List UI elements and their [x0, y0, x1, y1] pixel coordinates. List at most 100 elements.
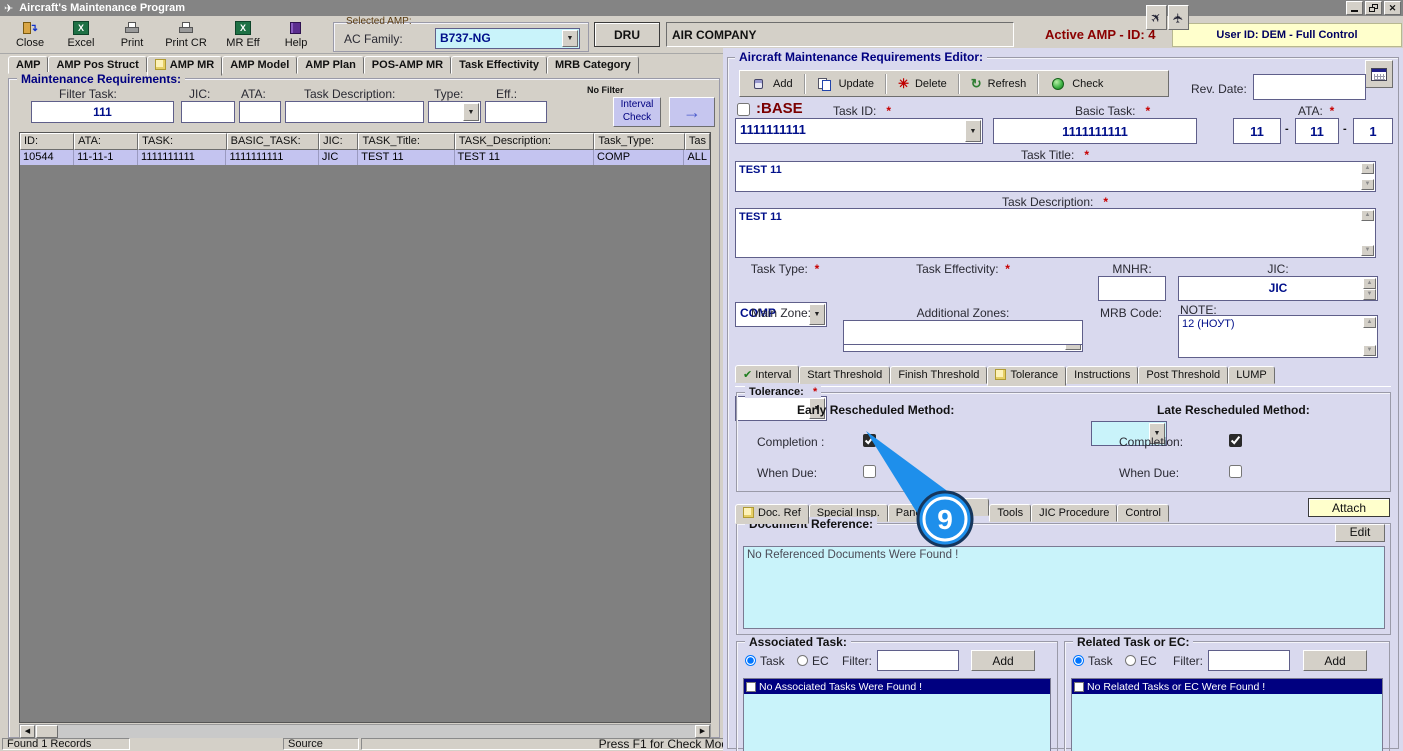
- filter-task-input[interactable]: [31, 101, 174, 123]
- related-list-header[interactable]: No Related Tasks or EC Were Found !: [1072, 679, 1382, 694]
- tab-doc-ref[interactable]: Doc. Ref: [735, 504, 809, 524]
- document-reference-list[interactable]: No Referenced Documents Were Found !: [743, 546, 1385, 629]
- dru-button[interactable]: DRU: [594, 22, 660, 47]
- help-button[interactable]: Help: [274, 19, 318, 50]
- jic-field[interactable]: JIC ▲▼: [1178, 276, 1378, 301]
- filter-jic-input[interactable]: [181, 101, 235, 123]
- dropdown-arrow-icon[interactable]: ▼: [965, 120, 981, 142]
- scroll-up-button[interactable]: ▲: [1361, 210, 1374, 221]
- grid-row-selected[interactable]: 10544 11-11-1 1111111111 1111111111 JIC …: [20, 150, 710, 165]
- ata-field-3[interactable]: 1: [1353, 118, 1393, 144]
- mr-eff-button[interactable]: X MR Eff: [218, 19, 268, 50]
- col-header-ata[interactable]: ATA:: [74, 133, 138, 150]
- tab-tolerance[interactable]: Tolerance: [987, 366, 1066, 386]
- early-when-due-checkbox[interactable]: [863, 465, 876, 478]
- filter-ata-input[interactable]: [239, 101, 281, 123]
- scroll-thumb[interactable]: [36, 725, 58, 738]
- tab-amp-plan[interactable]: AMP Plan: [297, 56, 364, 74]
- base-checkbox[interactable]: [737, 103, 750, 116]
- calendar-button[interactable]: [1365, 60, 1393, 88]
- check-button[interactable]: Check: [1041, 73, 1112, 95]
- associated-list-header[interactable]: No Associated Tasks Were Found !: [744, 679, 1050, 694]
- dropdown-arrow-icon[interactable]: ▼: [562, 30, 578, 47]
- col-header-basic-task[interactable]: BASIC_TASK:: [227, 133, 319, 150]
- mnhr-input[interactable]: [1098, 276, 1166, 301]
- dropdown-arrow-icon[interactable]: ▼: [463, 103, 479, 121]
- scroll-left-button[interactable]: ◀: [20, 725, 35, 738]
- tab-pos-amp-mr[interactable]: POS-AMP MR: [364, 56, 451, 74]
- select-all-checkbox[interactable]: [1074, 682, 1084, 692]
- associated-add-button[interactable]: Add: [971, 650, 1035, 671]
- minimize-button[interactable]: [1346, 1, 1363, 15]
- col-header-task[interactable]: TASK:: [138, 133, 227, 150]
- ata-field-2[interactable]: 11: [1295, 118, 1339, 144]
- delete-button[interactable]: ✳ Delete: [889, 73, 956, 95]
- scroll-up-button[interactable]: ▲: [1363, 278, 1376, 289]
- aircraft-tool-button-1[interactable]: ✈: [1146, 5, 1167, 30]
- col-header-task-description[interactable]: TASK_Description:: [455, 133, 595, 150]
- tab-panels[interactable]: Panels: [888, 504, 938, 522]
- associated-ec-radio[interactable]: [797, 655, 808, 666]
- related-ec-radio[interactable]: [1125, 655, 1136, 666]
- scroll-down-button[interactable]: ▼: [1363, 289, 1376, 300]
- rev-date-input[interactable]: [1253, 74, 1366, 100]
- associated-task-list[interactable]: No Associated Tasks Were Found !: [743, 678, 1051, 751]
- task-description-area[interactable]: TEST 11 ▲▼: [735, 208, 1376, 258]
- apply-filter-arrow-button[interactable]: →: [669, 97, 715, 127]
- filter-desc-input[interactable]: [285, 101, 424, 123]
- attach-button[interactable]: Attach: [1308, 498, 1390, 517]
- interval-check-button[interactable]: Interval Check: [613, 97, 661, 127]
- tab-jic-procedure[interactable]: JIC Procedure: [1031, 504, 1117, 522]
- associated-task-radio[interactable]: [745, 655, 756, 666]
- tab-amp-model[interactable]: AMP Model: [222, 56, 297, 74]
- print-cr-button[interactable]: Print CR: [160, 19, 212, 50]
- excel-button[interactable]: X Excel: [58, 19, 104, 50]
- col-header-task-title[interactable]: TASK_Title:: [358, 133, 454, 150]
- tab-tools[interactable]: Tools: [989, 504, 1031, 522]
- scroll-down-button[interactable]: ▼: [1361, 245, 1374, 256]
- tab-start-threshold[interactable]: Start Threshold: [799, 366, 890, 384]
- update-button[interactable]: Update: [808, 73, 883, 95]
- tab-task-effectivity[interactable]: Task Effectivity: [451, 56, 547, 74]
- ac-family-combo[interactable]: B737-NG ▼: [435, 28, 580, 49]
- aircraft-tool-button-2[interactable]: ✈: [1168, 5, 1189, 30]
- edit-button[interactable]: Edit: [1335, 524, 1385, 542]
- close-button[interactable]: ↴ Close: [8, 19, 52, 50]
- ata-field-1[interactable]: 11: [1233, 118, 1281, 144]
- related-task-radio[interactable]: [1073, 655, 1084, 666]
- tab-amp-mr[interactable]: AMP MR: [147, 56, 222, 76]
- late-completion-checkbox[interactable]: [1229, 434, 1242, 447]
- filter-type-combo[interactable]: ▼: [428, 101, 481, 123]
- tab-hidden[interactable]: [937, 498, 989, 516]
- related-filter-input[interactable]: [1208, 650, 1290, 671]
- task-title-area[interactable]: TEST 11 ▲▼: [735, 161, 1376, 192]
- note-field[interactable]: 12 (НОУТ) ▲▼: [1178, 315, 1378, 358]
- task-id-combo[interactable]: 1111111111 ▼: [735, 118, 983, 144]
- print-button[interactable]: Print: [110, 19, 154, 50]
- additional-zones-input[interactable]: [843, 320, 1083, 345]
- associated-filter-input[interactable]: [877, 650, 959, 671]
- late-when-due-checkbox[interactable]: [1229, 465, 1242, 478]
- tab-mrb-category[interactable]: MRB Category: [547, 56, 639, 74]
- restore-button[interactable]: [1365, 1, 1382, 15]
- tab-instructions[interactable]: Instructions: [1066, 366, 1138, 384]
- col-header-task-eff[interactable]: Tas: [685, 133, 710, 150]
- tab-lump[interactable]: LUMP: [1228, 366, 1275, 384]
- scroll-down-button[interactable]: ▼: [1361, 179, 1374, 190]
- col-header-task-type[interactable]: Task_Type:: [594, 133, 684, 150]
- refresh-button[interactable]: ↻ Refresh: [962, 73, 1035, 95]
- related-task-list[interactable]: No Related Tasks or EC Were Found !: [1071, 678, 1383, 751]
- related-add-button[interactable]: Add: [1303, 650, 1367, 671]
- col-header-jic[interactable]: JIC:: [319, 133, 358, 150]
- filter-eff-input[interactable]: [485, 101, 547, 123]
- tab-interval[interactable]: ✔Interval: [735, 365, 799, 383]
- tab-control[interactable]: Control: [1117, 504, 1168, 522]
- scroll-up-button[interactable]: ▲: [1361, 163, 1374, 174]
- early-completion-checkbox[interactable]: [863, 434, 876, 447]
- scroll-up-button[interactable]: ▲: [1363, 317, 1376, 328]
- add-button[interactable]: Add: [742, 73, 802, 95]
- select-all-checkbox[interactable]: [746, 682, 756, 692]
- tab-finish-threshold[interactable]: Finish Threshold: [890, 366, 987, 384]
- close-window-button[interactable]: ✕: [1384, 1, 1401, 15]
- tab-post-threshold[interactable]: Post Threshold: [1138, 366, 1228, 384]
